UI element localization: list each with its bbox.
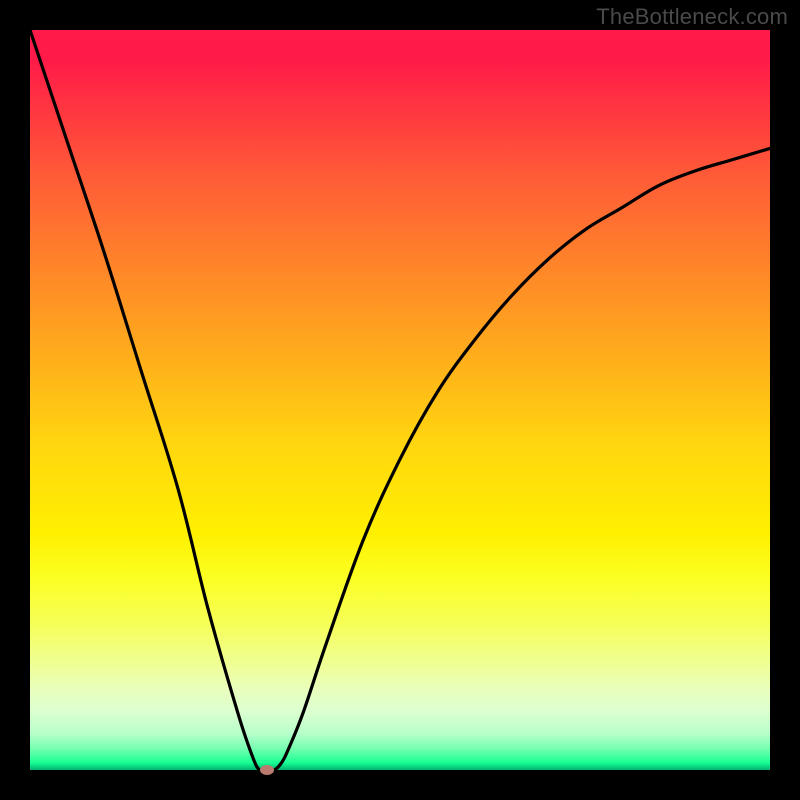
chart-frame: TheBottleneck.com (0, 0, 800, 800)
watermark-text: TheBottleneck.com (596, 4, 788, 30)
plot-area (30, 30, 770, 770)
bottleneck-curve (30, 30, 770, 770)
minimum-marker-icon (260, 765, 274, 775)
